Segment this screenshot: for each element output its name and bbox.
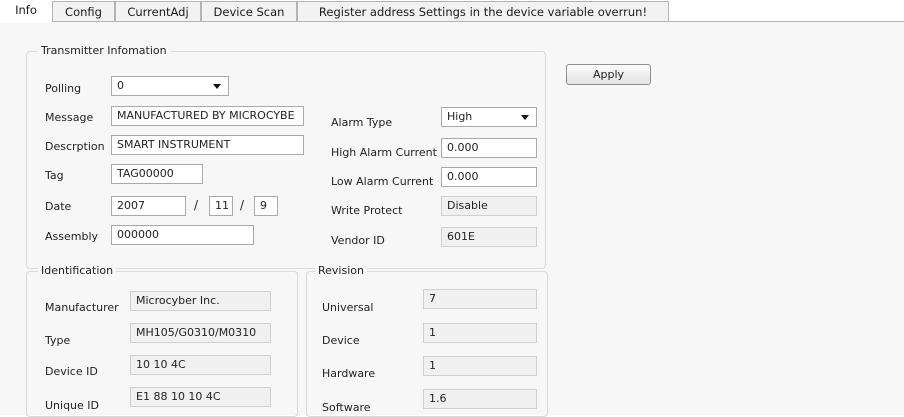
write-protect-value: Disable: [441, 196, 537, 216]
hardware-value: 1: [423, 356, 537, 376]
tag-input[interactable]: TAG00000: [111, 164, 203, 184]
revision-title: Revision: [315, 264, 367, 277]
tab-bar: Info Config CurrentAdj Device Scan Regis…: [0, 0, 904, 23]
description-label: Descrption: [45, 140, 105, 153]
high-alarm-current-label: High Alarm Current: [331, 146, 437, 159]
message-label: Message: [45, 111, 94, 124]
write-protect-label: Write Protect: [331, 204, 403, 217]
date-month-input[interactable]: 11: [209, 196, 233, 216]
low-alarm-current-input[interactable]: 0.000: [441, 167, 537, 187]
alarm-type-value: High: [447, 110, 473, 123]
polling-select[interactable]: 0: [111, 76, 229, 96]
chevron-down-icon: [521, 115, 529, 120]
vendor-id-label: Vendor ID: [331, 234, 385, 247]
date-day-input[interactable]: 9: [254, 196, 278, 216]
tab-register-address-settings[interactable]: Register address Settings in the device …: [297, 1, 669, 21]
universal-label: Universal: [322, 301, 374, 314]
message-input[interactable]: MANUFACTURED BY MICROCYBE: [111, 106, 304, 126]
universal-value: 7: [423, 289, 537, 309]
device-label: Device: [322, 334, 360, 347]
hardware-label: Hardware: [322, 367, 376, 380]
vendor-id-value: 601E: [441, 227, 537, 247]
tab-config[interactable]: Config: [52, 1, 115, 21]
unique-id-label: Unique ID: [45, 399, 100, 412]
polling-value: 0: [117, 79, 124, 92]
unique-id-value: E1 88 10 10 4C: [130, 387, 271, 407]
tab-currentadj[interactable]: CurrentAdj: [115, 1, 201, 21]
alarm-type-label: Alarm Type: [331, 116, 393, 129]
date-separator: /: [240, 198, 245, 212]
device-id-label: Device ID: [45, 365, 98, 378]
software-label: Software: [322, 401, 371, 414]
manufacturer-value: Microcyber Inc.: [130, 291, 271, 311]
high-alarm-current-input[interactable]: 0.000: [441, 138, 537, 158]
date-year-input[interactable]: 2007: [111, 196, 186, 216]
low-alarm-current-label: Low Alarm Current: [331, 175, 434, 188]
date-label: Date: [45, 200, 72, 213]
type-label: Type: [45, 334, 71, 347]
description-input[interactable]: SMART INSTRUMENT: [111, 135, 304, 155]
polling-label: Polling: [45, 82, 82, 95]
device-id-value: 10 10 4C: [130, 355, 271, 375]
tag-label: Tag: [45, 169, 64, 182]
software-value: 1.6: [423, 389, 537, 409]
manufacturer-label: Manufacturer: [45, 301, 119, 314]
tab-info[interactable]: Info: [0, 0, 52, 23]
assembly-input[interactable]: 000000: [111, 225, 254, 245]
date-separator: /: [194, 198, 199, 212]
type-value: MH105/G0310/M0310: [130, 323, 271, 343]
assembly-label: Assembly: [45, 230, 99, 243]
apply-button[interactable]: Apply: [566, 64, 651, 85]
device-value: 1: [423, 323, 537, 343]
transmitter-info-title: Transmitter Infomation: [38, 44, 170, 57]
tab-device-scan[interactable]: Device Scan: [201, 1, 297, 21]
chevron-down-icon: [213, 84, 221, 89]
alarm-type-select[interactable]: High: [441, 107, 537, 127]
info-panel: Transmitter Infomation Polling 0 Message…: [0, 22, 904, 417]
identification-title: Identification: [38, 264, 117, 277]
